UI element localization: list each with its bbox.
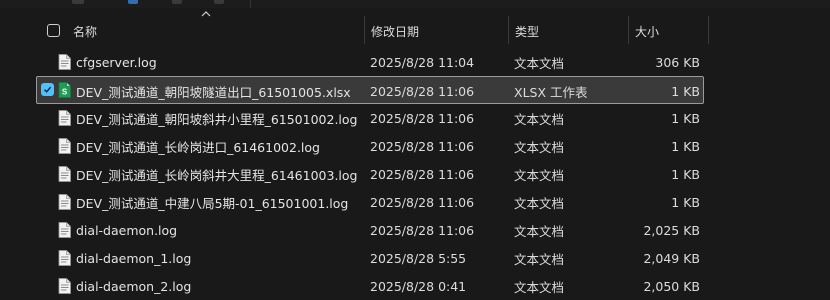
file-type: 文本文档 — [514, 251, 565, 267]
file-explorer-window: 名称 修改日期 类型 大小 cfgserver.log 2025/8/28 11… — [0, 0, 830, 300]
excel-file-icon: S — [58, 82, 71, 98]
file-date: 2025/8/28 11:06 — [370, 222, 475, 238]
select-all-checkbox[interactable] — [47, 24, 60, 37]
column-header-date[interactable]: 修改日期 — [371, 16, 507, 46]
file-size: 2,050 KB — [643, 278, 700, 294]
file-row[interactable]: cfgserver.log 2025/8/28 11:04 文本文档 306 K… — [36, 48, 704, 76]
text-file-icon — [58, 138, 71, 154]
file-size: 1 KB — [671, 166, 700, 182]
svg-text:S: S — [62, 88, 68, 97]
file-type: 文本文档 — [514, 279, 565, 295]
text-file-icon — [58, 194, 71, 210]
toolbar-button[interactable] — [172, 0, 182, 4]
column-resize-handle[interactable] — [508, 16, 509, 44]
file-date: 2025/8/28 11:06 — [370, 194, 475, 210]
checkmark-icon — [44, 86, 52, 93]
text-file-icon — [58, 54, 71, 70]
file-size: 2,049 KB — [643, 250, 700, 266]
column-resize-handle[interactable] — [364, 16, 365, 44]
file-type: 文本文档 — [514, 167, 565, 183]
file-name: DEV_测试通道_长岭岗进口_61461002.log — [76, 139, 320, 155]
file-row-selected[interactable]: S DEV_测试通道_朝阳坡隧道出口_61501005.xlsx 2025/8/… — [36, 76, 704, 104]
text-file-icon — [58, 250, 71, 266]
file-name: dial-daemon.log — [76, 222, 178, 238]
file-type: 文本文档 — [514, 195, 565, 211]
column-header-name[interactable]: 名称 — [73, 16, 363, 46]
file-type: 文本文档 — [514, 223, 565, 239]
file-name: DEV_测试通道_中建八局5期-01_61501001.log — [76, 195, 349, 211]
file-name: DEV_测试通道_朝阳坡隧道出口_61501005.xlsx — [76, 84, 351, 100]
file-type: 文本文档 — [514, 55, 565, 71]
row-checkbox[interactable] — [41, 83, 54, 96]
file-name: dial-daemon_1.log — [76, 250, 192, 266]
file-date: 2025/8/28 11:06 — [370, 83, 475, 99]
file-row[interactable]: DEV_测试通道_长岭岗斜井大里程_61461003.log 2025/8/28… — [36, 160, 704, 188]
column-header-date-label: 修改日期 — [371, 24, 420, 39]
file-row[interactable]: DEV_测试通道_中建八局5期-01_61501001.log 2025/8/2… — [36, 188, 704, 216]
file-row[interactable]: dial-daemon_1.log 2025/8/28 5:55 文本文档 2,… — [36, 244, 704, 272]
file-size: 2,025 KB — [643, 222, 700, 238]
file-row[interactable]: dial-daemon.log 2025/8/28 11:06 文本文档 2,0… — [36, 216, 704, 244]
file-date: 2025/8/28 11:06 — [370, 166, 475, 182]
toolbar-button[interactable] — [128, 0, 138, 4]
toolbar-divider — [250, 0, 251, 8]
file-name: dial-daemon_2.log — [76, 278, 192, 294]
column-header-size[interactable]: 大小 — [635, 16, 707, 46]
file-row[interactable]: DEV_测试通道_长岭岗进口_61461002.log 2025/8/28 11… — [36, 132, 704, 160]
file-size: 1 KB — [671, 194, 700, 210]
column-header-size-label: 大小 — [635, 24, 660, 39]
file-size: 306 KB — [655, 54, 700, 70]
column-header-type[interactable]: 类型 — [515, 16, 627, 46]
file-date: 2025/8/28 0:41 — [370, 278, 467, 294]
file-size: 1 KB — [671, 110, 700, 126]
text-file-icon — [58, 278, 71, 294]
file-size: 1 KB — [671, 138, 700, 154]
file-name: DEV_测试通道_长岭岗斜井大里程_61461003.log — [76, 167, 358, 183]
file-name: cfgserver.log — [76, 54, 157, 70]
file-type: 文本文档 — [514, 111, 565, 127]
toolbar-strip — [0, 0, 830, 8]
file-type: XLSX 工作表 — [514, 84, 588, 100]
column-resize-handle[interactable] — [628, 16, 629, 44]
file-row[interactable]: dial-daemon_2.log 2025/8/28 0:41 文本文档 2,… — [36, 272, 704, 300]
file-date: 2025/8/28 11:04 — [370, 54, 475, 70]
file-date: 2025/8/28 11:06 — [370, 110, 475, 126]
column-resize-handle[interactable] — [708, 16, 709, 44]
file-row[interactable]: DEV_测试通道_朝阳坡斜井小里程_61501002.log 2025/8/28… — [36, 104, 704, 132]
file-name: DEV_测试通道_朝阳坡斜井小里程_61501002.log — [76, 111, 358, 127]
file-type: 文本文档 — [514, 139, 565, 155]
toolbar-button[interactable] — [72, 0, 84, 4]
column-header-name-label: 名称 — [73, 24, 98, 39]
column-header-row: 名称 修改日期 类型 大小 — [0, 16, 830, 46]
text-file-icon — [58, 166, 71, 182]
text-file-icon — [58, 110, 71, 126]
toolbar-button[interactable] — [214, 0, 224, 4]
file-date: 2025/8/28 11:06 — [370, 138, 475, 154]
column-header-type-label: 类型 — [515, 24, 540, 39]
file-date: 2025/8/28 5:55 — [370, 250, 467, 266]
text-file-icon — [58, 222, 71, 238]
file-size: 1 KB — [671, 83, 700, 99]
